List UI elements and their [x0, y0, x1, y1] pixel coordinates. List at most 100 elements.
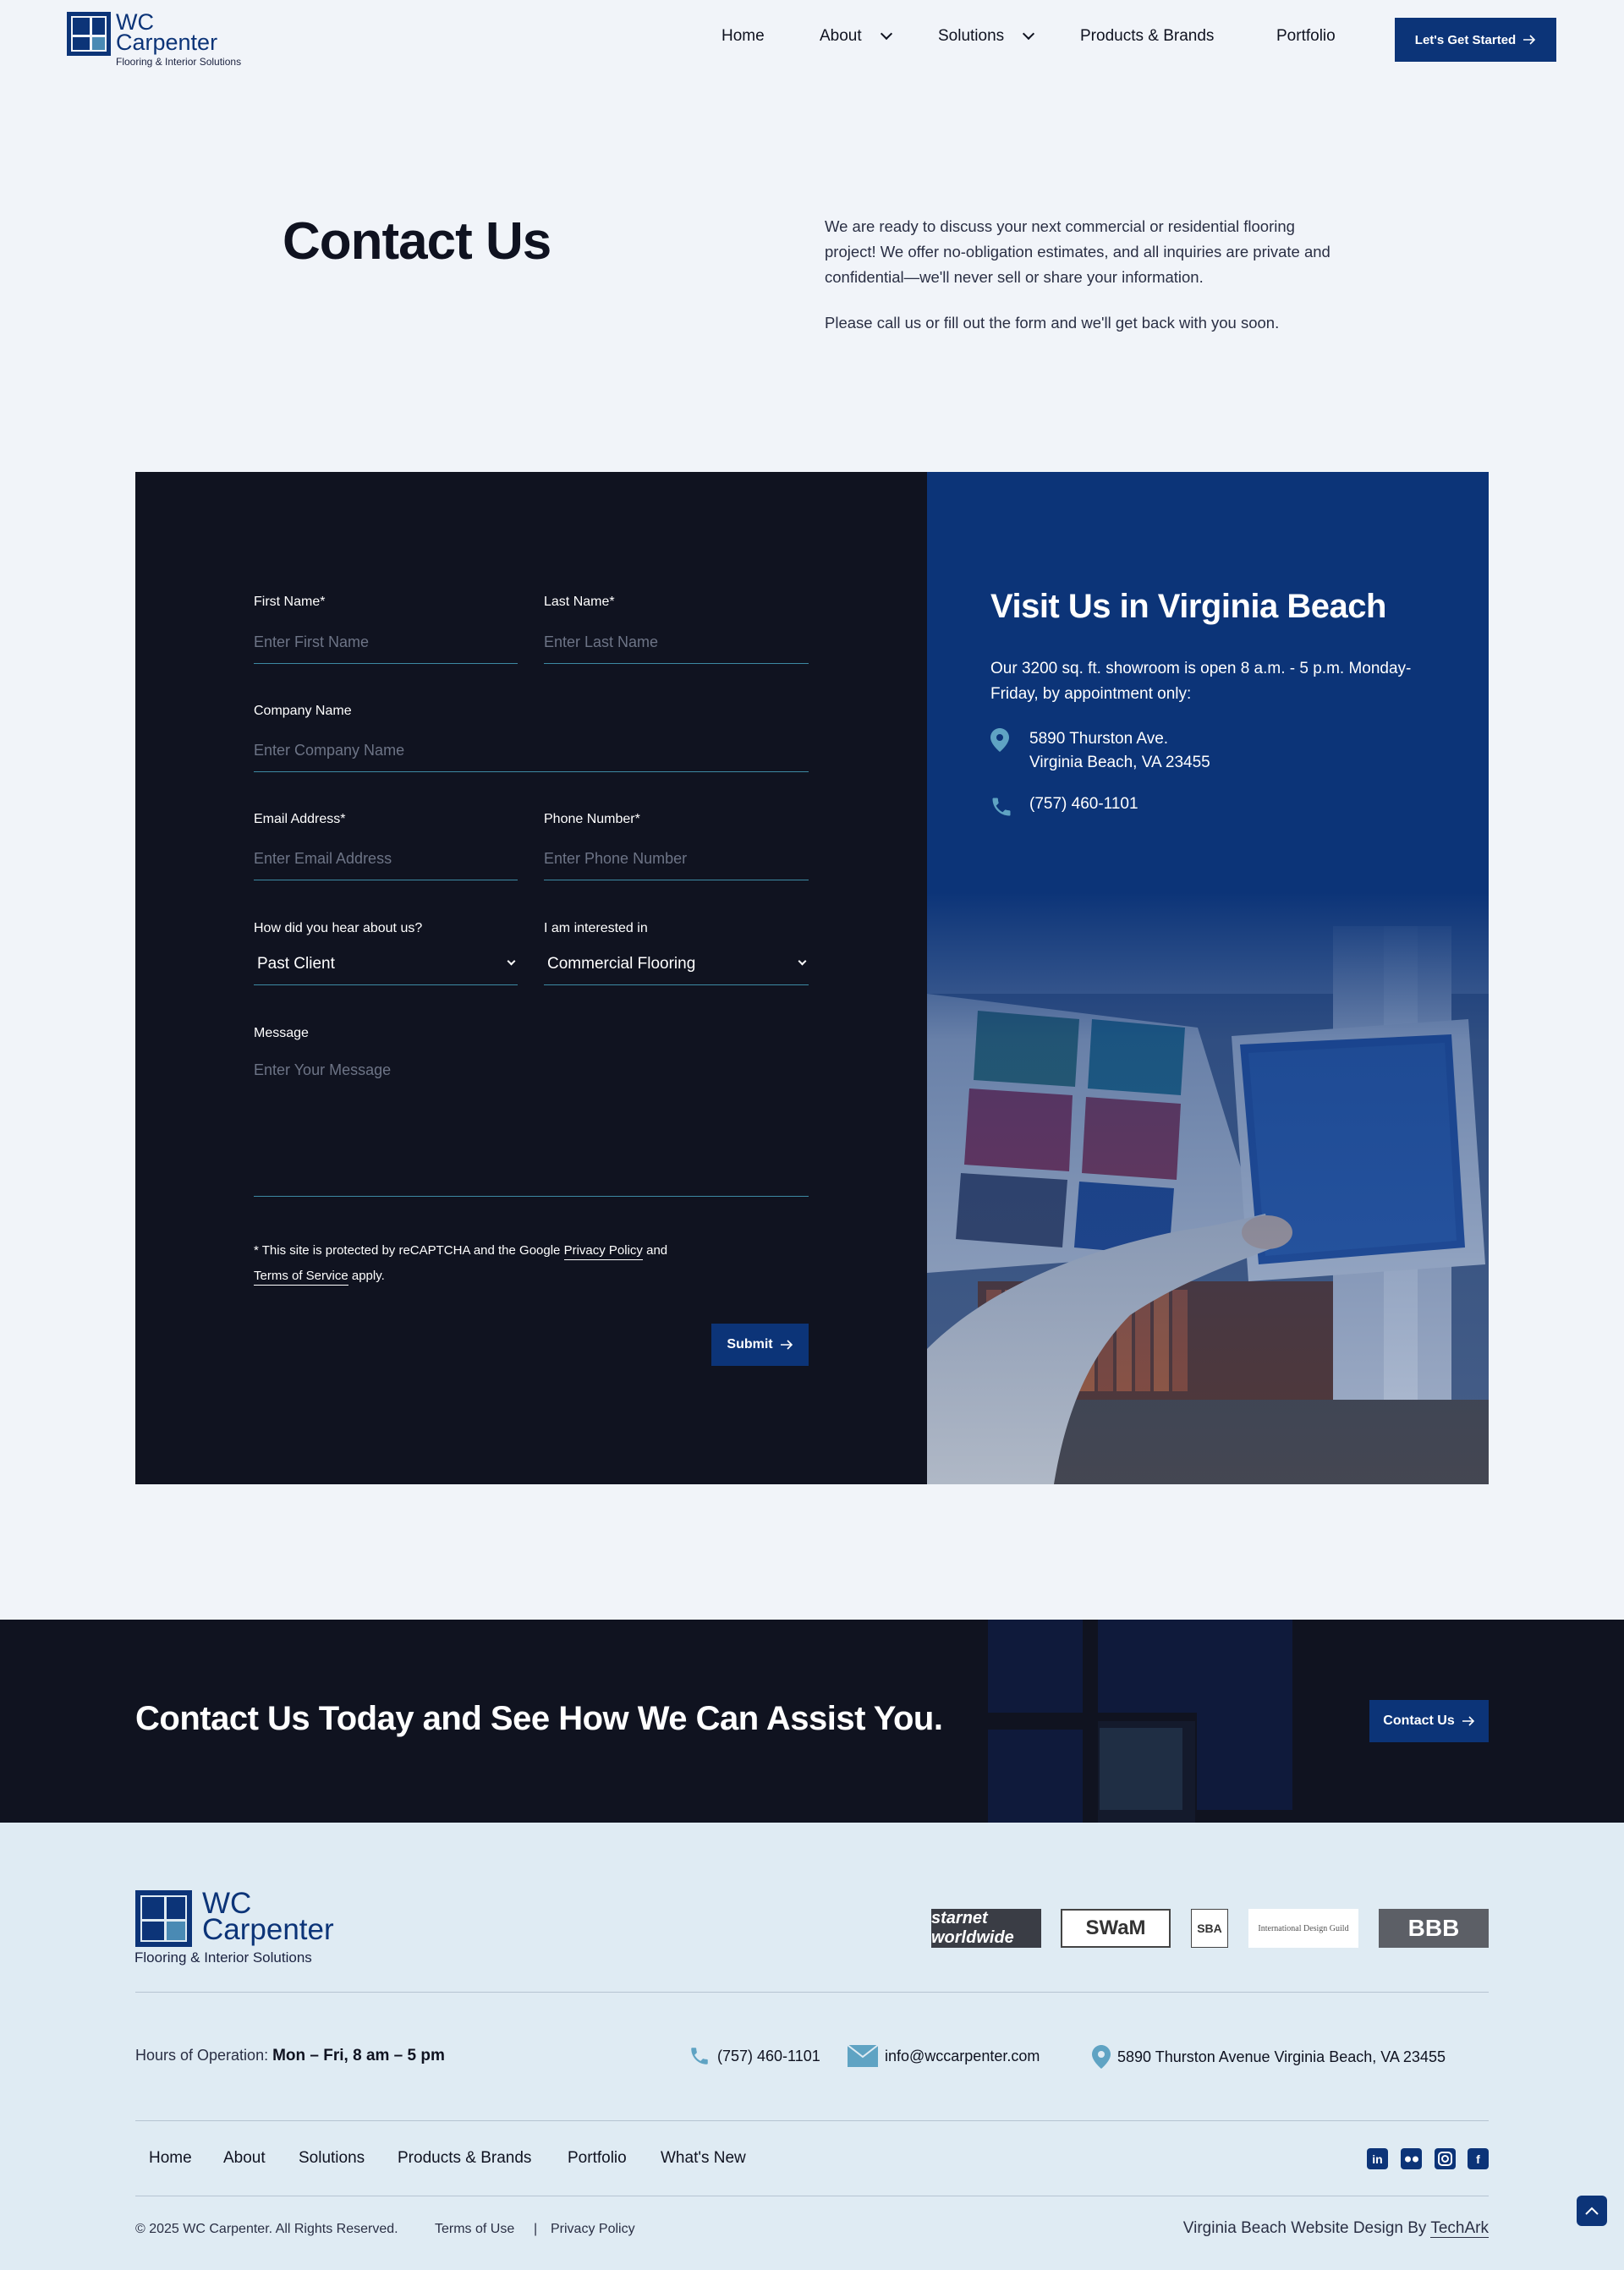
referral-select-value: Past Client — [257, 955, 335, 973]
terms-of-service-link[interactable]: Terms of Service — [254, 1269, 348, 1286]
footer-divider — [135, 2120, 1489, 2121]
chevron-down-icon — [1023, 27, 1035, 41]
page-title: Contact Us — [283, 212, 551, 271]
footer-tagline: Flooring & Interior Solutions — [134, 1949, 312, 1966]
footer-logo-line2: Carpenter — [202, 1913, 334, 1946]
footer-address[interactable]: 5890 Thurston Avenue Virginia Beach, VA … — [1092, 2045, 1446, 2069]
scroll-to-top-button[interactable] — [1577, 2196, 1607, 2226]
site-footer: WC Carpenter Flooring & Interior Solutio… — [0, 1823, 1624, 2270]
email-input[interactable]: Enter Email Address — [254, 842, 518, 880]
referral-select[interactable]: Past Client — [254, 946, 518, 985]
email-label: Email Address* — [254, 812, 346, 826]
showroom-phone[interactable]: (757) 460-1101 — [1029, 795, 1138, 814]
footer-email-text: info@wccarpenter.com — [885, 2047, 1040, 2064]
recaptcha-suffix-text: apply. — [351, 1269, 385, 1283]
footer-divider — [135, 1992, 1489, 1993]
message-label: Message — [254, 1026, 309, 1040]
message-textarea[interactable]: Enter Your Message — [254, 1053, 809, 1197]
chevron-up-icon — [1585, 2207, 1599, 2215]
badge-text: SBA — [1197, 1922, 1222, 1935]
terms-of-use-link[interactable]: Terms of Use — [435, 2222, 514, 2237]
arrow-right-icon — [1462, 1716, 1474, 1726]
nav-label: About — [820, 27, 862, 45]
facebook-icon[interactable]: f — [1468, 2148, 1489, 2169]
nav-item-products-brands[interactable]: Products & Brands — [1080, 27, 1214, 46]
referral-label: How did you hear about us? — [254, 921, 423, 935]
nav-label: Portfolio — [1276, 27, 1336, 45]
last-name-label: Last Name* — [544, 595, 615, 609]
footer-phone-text: (757) 460-1101 — [717, 2047, 820, 2064]
map-pin-icon — [990, 728, 1009, 752]
submit-label: Submit — [727, 1337, 773, 1352]
footer-email[interactable]: info@wccarpenter.com — [848, 2045, 1040, 2067]
flickr-icon[interactable] — [1401, 2148, 1422, 2169]
address-line2: Virginia Beach, VA 23455 — [1029, 754, 1210, 771]
footer-nav-whats-new[interactable]: What's New — [661, 2149, 746, 2168]
bbb-badge: BBB — [1379, 1909, 1489, 1948]
privacy-policy-link[interactable]: Privacy Policy — [563, 1243, 643, 1260]
showroom-photo — [927, 892, 1489, 1484]
nav-item-solutions[interactable]: Solutions — [938, 27, 1035, 46]
company-name-label: Company Name — [254, 704, 352, 718]
techark-link[interactable]: TechArk — [1430, 2219, 1489, 2238]
chevron-down-icon — [507, 957, 516, 966]
hours-value: Mon – Fri, 8 am – 5 pm — [272, 2047, 445, 2064]
get-started-button[interactable]: Let's Get Started — [1395, 18, 1556, 62]
contact-us-button[interactable]: Contact Us — [1369, 1700, 1489, 1742]
last-name-input[interactable]: Enter Last Name — [544, 625, 809, 664]
footer-phone[interactable]: (757) 460-1101 — [689, 2045, 820, 2067]
sba-badge: SBA — [1191, 1909, 1228, 1948]
contact-us-label: Contact Us — [1383, 1713, 1455, 1728]
envelope-icon — [848, 2045, 878, 2067]
visit-description: Our 3200 sq. ft. showroom is open 8 a.m.… — [990, 660, 1412, 703]
footer-nav-about[interactable]: About — [223, 2149, 266, 2168]
nav-item-home[interactable]: Home — [721, 27, 765, 46]
badge-text: BBB — [1407, 1915, 1460, 1941]
footer-nav-home[interactable]: Home — [149, 2149, 192, 2168]
recaptcha-and-text: and — [646, 1243, 668, 1258]
logo-tagline: Flooring & Interior Solutions — [116, 56, 242, 68]
design-guild-badge: International Design Guild — [1248, 1909, 1358, 1948]
linkedin-icon[interactable]: in — [1367, 2148, 1388, 2169]
nav-item-portfolio[interactable]: Portfolio — [1276, 27, 1336, 46]
chevron-down-icon — [880, 27, 892, 41]
main-nav: Home About Solutions Products & Brands P… — [0, 27, 1624, 51]
legal-separator: | — [534, 2222, 538, 2236]
flickr-dots — [1404, 2156, 1418, 2162]
showroom-address: 5890 Thurston Ave. Virginia Beach, VA 23… — [1029, 727, 1210, 775]
recaptcha-text: * This site is protected by reCAPTCHA an… — [254, 1243, 561, 1258]
footer-address-text: 5890 Thurston Avenue Virginia Beach, VA … — [1117, 2048, 1446, 2065]
hero-call-text: Please call us or fill out the form and … — [825, 314, 1280, 332]
footer-logo[interactable]: WC Carpenter — [135, 1889, 334, 1947]
arrow-right-icon — [1523, 35, 1536, 45]
arrow-right-icon — [780, 1340, 793, 1350]
nav-item-about[interactable]: About — [820, 27, 892, 46]
badge-text: International Design Guild — [1258, 1923, 1349, 1933]
nav-label: Products & Brands — [1080, 27, 1215, 45]
submit-button[interactable]: Submit — [711, 1324, 809, 1366]
address-line1: 5890 Thurston Ave. — [1029, 730, 1169, 748]
hours-of-operation: Hours of Operation: Mon – Fri, 8 am – 5 … — [135, 2047, 445, 2065]
recaptcha-notice: * This site is protected by reCAPTCHA an… — [254, 1238, 761, 1289]
footer-nav-products-brands[interactable]: Products & Brands — [398, 2149, 531, 2168]
nav-label: Home — [721, 27, 765, 45]
nav-label: Solutions — [938, 27, 1005, 45]
phone-input[interactable]: Enter Phone Number — [544, 842, 809, 880]
decorative-squares — [988, 1620, 1292, 1823]
footer-nav-portfolio[interactable]: Portfolio — [568, 2149, 627, 2168]
first-name-label: First Name* — [254, 595, 326, 609]
phone-label: Phone Number* — [544, 812, 640, 826]
instagram-icon[interactable] — [1435, 2148, 1456, 2169]
phone-icon — [691, 2048, 708, 2064]
company-name-input[interactable]: Enter Company Name — [254, 733, 809, 772]
hours-label: Hours of Operation: — [135, 2047, 269, 2064]
badge-text: SWaM — [1085, 1916, 1146, 1939]
privacy-policy-link[interactable]: Privacy Policy — [551, 2222, 635, 2237]
interest-select[interactable]: Commercial Flooring — [544, 946, 809, 985]
first-name-input[interactable]: Enter First Name — [254, 625, 518, 664]
credit-text: Virginia Beach Website Design By — [1182, 2219, 1427, 2237]
footer-nav-solutions[interactable]: Solutions — [299, 2149, 365, 2168]
site-header: WC Carpenter Flooring & Interior Solutio… — [0, 0, 1624, 78]
cta-band-title: Contact Us Today and See How We Can Assi… — [135, 1700, 943, 1737]
starnet-badge: starnet worldwide — [931, 1909, 1041, 1948]
